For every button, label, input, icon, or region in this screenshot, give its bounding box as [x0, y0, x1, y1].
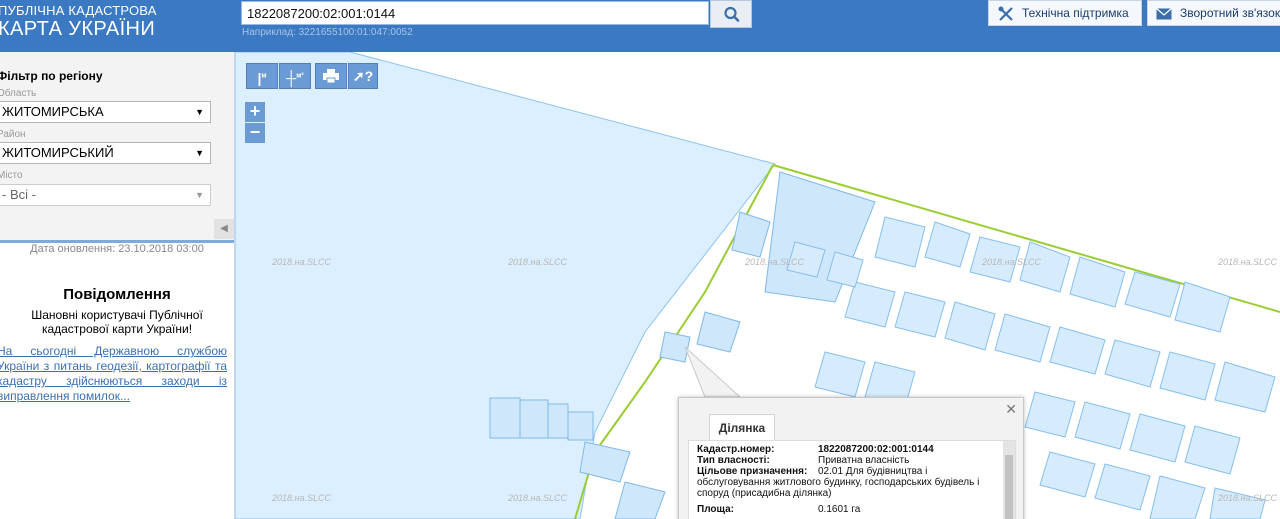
print-button[interactable]	[315, 63, 347, 89]
district-label: Район	[0, 129, 26, 140]
dropdown-arrow-icon: ▼	[195, 107, 204, 117]
watermark: 2018.на.SLCC	[982, 257, 1041, 267]
tech-support-label: Технічна підтримка	[1022, 6, 1129, 20]
minus-icon: −	[249, 122, 261, 142]
dropdown-arrow-icon: ▼	[195, 190, 204, 200]
district-select-value: ЖИТОМИРСЬКИЙ	[2, 145, 114, 160]
brand-line1: ПУБЛІЧНА КАДАСТРОВА	[0, 3, 157, 18]
scrollbar-thumb[interactable]	[1005, 455, 1013, 519]
brand-line2: КАРТА УКРАЇНИ	[0, 18, 156, 40]
tech-support-button[interactable]: Технічна підтримка	[988, 0, 1142, 26]
city-label: Місто	[0, 170, 23, 181]
measure-area-button[interactable]: ┼м²	[279, 63, 311, 89]
identify-button[interactable]: ➚?	[348, 63, 378, 89]
watermark: 2018.на.SLCC	[1218, 257, 1277, 267]
info-key: Площа:	[697, 504, 734, 515]
header-bar: ПУБЛІЧНА КАДАСТРОВА КАРТА УКРАЇНИ Наприк…	[0, 0, 1280, 52]
tab-parcel[interactable]: Ділянка	[709, 414, 775, 441]
parcel-info-popup: ✕ Ділянка Кадастр.номер: 1822087200:02:0…	[678, 397, 1024, 519]
watermark: 2018.на.SLCC	[508, 257, 567, 267]
notice-text: Шановні користувачі Публічної кадастрово…	[31, 308, 203, 336]
feedback-label: Зворотний зв'язок	[1180, 6, 1280, 20]
city-select[interactable]: - Всі - ▼	[0, 184, 211, 206]
info-key: Кадастр.номер:	[697, 444, 775, 455]
tools-icon	[998, 6, 1013, 21]
watermark: 2018.на.SLCC	[508, 493, 567, 503]
plus-icon: +	[249, 101, 261, 121]
region-label: Область	[0, 88, 37, 99]
zoom-in-button[interactable]: +	[245, 102, 265, 122]
watermark: 2018.на.SLCC	[745, 257, 804, 267]
update-date: Дата оновлення: 23.10.2018 03:00	[30, 243, 204, 255]
info-row-purpose: Цільове призначення: 02.01 Для будівницт…	[697, 466, 997, 499]
cadastral-search-input[interactable]	[241, 1, 709, 25]
measure-distance-button[interactable]: |м	[246, 63, 278, 89]
filter-title: Фільтр по регіону	[0, 69, 103, 83]
watermark: 2018.на.SLCC	[1218, 493, 1277, 503]
area-ruler-icon: ┼м²	[286, 69, 304, 86]
parcel-info-body: Кадастр.номер: 1822087200:02:001:0144 Ти…	[688, 440, 1016, 519]
ruler-icon: |м	[257, 69, 267, 86]
sidebar: Фільтр по регіону Область ЖИТОМИРСЬКА ▼ …	[0, 52, 235, 519]
close-icon[interactable]: ✕	[1005, 401, 1017, 418]
map-view[interactable]: 2018.на.SLCC 2018.на.SLCC 2018.на.SLCC 2…	[235, 52, 1280, 519]
chevron-left-icon: ◀	[220, 223, 228, 234]
search-button[interactable]	[710, 0, 752, 28]
info-key: Цільове призначення:	[697, 466, 808, 477]
info-value: 0.1601 га	[818, 504, 861, 515]
watermark: 2018.на.SLCC	[272, 493, 331, 503]
search-icon	[724, 6, 740, 22]
info-value: Приватна власність	[818, 455, 910, 466]
popup-pointer	[684, 346, 742, 398]
site-logo[interactable]: ПУБЛІЧНА КАДАСТРОВА КАРТА УКРАЇНИ	[0, 3, 157, 41]
notice-link[interactable]: На сьогодні Державною службою України з …	[0, 344, 227, 404]
info-value: 1822087200:02:001:0144	[818, 444, 934, 455]
region-select-value: ЖИТОМИРСЬКА	[2, 104, 104, 119]
region-select[interactable]: ЖИТОМИРСЬКА ▼	[0, 101, 211, 123]
collapse-sidebar-button[interactable]: ◀	[214, 219, 234, 239]
pointer-question-icon: ➚?	[352, 68, 374, 84]
city-select-value: - Всі -	[2, 187, 36, 202]
dropdown-arrow-icon: ▼	[195, 148, 204, 158]
info-key: Тип власності:	[697, 455, 770, 466]
search-hint: Наприклад: 3221655100:01:047:0052	[242, 27, 413, 38]
region-filter-panel: Фільтр по регіону Область ЖИТОМИРСЬКА ▼ …	[0, 52, 234, 240]
feedback-button[interactable]: Зворотний зв'язок	[1147, 0, 1280, 26]
zoom-out-button[interactable]: −	[245, 123, 265, 143]
notice-title: Повідомлення	[63, 286, 171, 303]
district-select[interactable]: ЖИТОМИРСЬКИЙ ▼	[0, 142, 211, 164]
envelope-icon	[1156, 8, 1172, 20]
printer-icon	[323, 69, 339, 84]
watermark: 2018.на.SLCC	[272, 257, 331, 267]
popup-scrollbar[interactable]	[1003, 441, 1015, 519]
